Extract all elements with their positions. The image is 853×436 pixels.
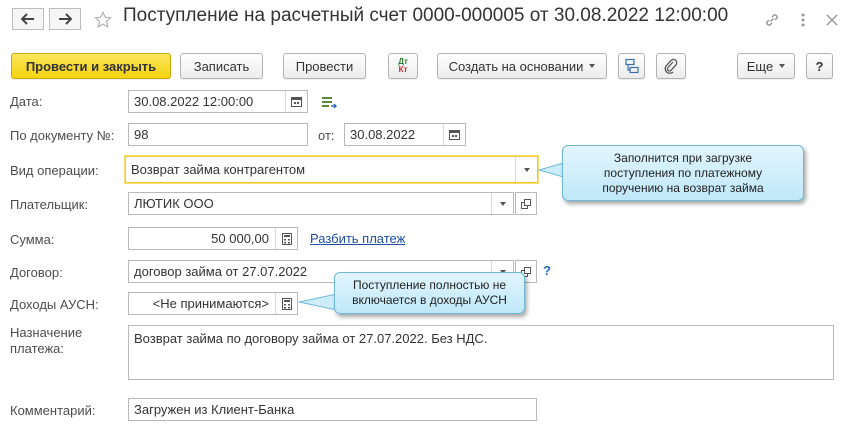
purpose-textarea[interactable]: Возврат займа по договору займа от 27.07… <box>128 325 834 380</box>
payer-label: Плательщик: <box>10 197 89 212</box>
payer-value: ЛЮТИК ООО <box>134 196 214 211</box>
hierarchy-icon <box>624 58 639 74</box>
date-value: 30.08.2022 12:00:00 <box>134 94 254 109</box>
calendar-icon <box>449 130 460 140</box>
ausn-income-tooltip: Поступление полностью не включается в до… <box>334 272 525 314</box>
arrow-right-icon <box>59 13 72 25</box>
purpose-label-line1: Назначение <box>10 325 83 340</box>
comment-field[interactable]: Загружен из Клиент-Банка <box>128 398 537 421</box>
operation-type-tooltip: Заполнится при загрузке поступления по п… <box>562 145 804 201</box>
calculator-button[interactable] <box>275 228 297 249</box>
contract-label: Договор: <box>10 265 63 280</box>
payer-select[interactable]: ЛЮТИК ООО <box>128 192 514 215</box>
calculator-icon <box>281 297 292 310</box>
post-button[interactable]: Провести <box>283 53 366 79</box>
structure-button[interactable] <box>618 53 645 79</box>
open-payer-button[interactable] <box>515 192 537 215</box>
operation-type-label: Вид операции: <box>10 163 99 178</box>
purpose-label-line2: платежа: <box>10 341 64 356</box>
kt-label: Кт <box>398 65 408 74</box>
history-icon[interactable] <box>320 94 338 110</box>
post-and-close-label: Провести и закрыть <box>25 58 157 74</box>
comment-label: Комментарий: <box>10 403 96 418</box>
dt-kt-button[interactable]: Дт Кт <box>388 53 418 79</box>
amount-value: 50 000,00 <box>211 231 269 246</box>
chevron-down-icon <box>779 64 786 68</box>
doc-date-field[interactable]: 30.08.2022 <box>344 123 466 146</box>
calendar-button[interactable] <box>443 124 465 145</box>
dropdown-button[interactable] <box>491 193 513 214</box>
split-payment-link[interactable]: Разбить платеж <box>310 231 405 246</box>
doc-date-label: от: <box>318 128 335 143</box>
open-window-icon <box>521 198 531 209</box>
more-label: Еще <box>746 58 774 74</box>
forward-button[interactable] <box>49 8 81 30</box>
close-icon[interactable] <box>822 10 842 30</box>
more-vertical-icon[interactable] <box>793 10 813 30</box>
more-button[interactable]: Еще <box>737 53 795 79</box>
doc-number-field[interactable]: 98 <box>128 123 308 146</box>
post-and-close-button[interactable]: Провести и закрыть <box>11 53 171 79</box>
doc-date-value: 30.08.2022 <box>350 127 416 142</box>
save-button[interactable]: Записать <box>180 53 263 79</box>
paperclip-icon <box>664 58 678 74</box>
calendar-icon <box>291 97 302 107</box>
amount-field[interactable]: 50 000,00 <box>128 227 298 250</box>
chevron-down-icon <box>499 201 506 206</box>
ausn-income-field[interactable]: <Не принимаются> <box>128 292 298 315</box>
chevron-down-icon <box>523 167 530 172</box>
dt-kt-icon: Дт Кт <box>398 58 408 74</box>
dropdown-button[interactable] <box>515 157 537 182</box>
attach-button[interactable] <box>656 53 686 79</box>
save-label: Записать <box>193 58 250 74</box>
operation-type-tooltip-text: Заполнится при загрузке поступления по п… <box>602 150 764 195</box>
callout-pointer <box>298 293 338 311</box>
operation-type-select[interactable]: Возврат займа контрагентом <box>125 156 538 183</box>
link-icon[interactable] <box>762 10 782 30</box>
ausn-income-label: Доходы АУСН: <box>10 297 99 312</box>
back-button[interactable] <box>12 8 44 30</box>
chevron-down-icon <box>589 64 596 68</box>
favorite-star-icon[interactable] <box>93 10 113 30</box>
create-based-on-button[interactable]: Создать на основании <box>437 53 607 79</box>
help-button[interactable]: ? <box>806 53 833 79</box>
page-title: Поступление на расчетный счет 0000-00000… <box>123 5 729 26</box>
date-field[interactable]: 30.08.2022 12:00:00 <box>128 90 308 113</box>
contract-help-icon[interactable]: ? <box>543 263 551 278</box>
calendar-button[interactable] <box>285 91 307 112</box>
calculator-icon <box>281 232 292 245</box>
doc-number-value: 98 <box>134 127 149 142</box>
comment-value: Загружен из Клиент-Банка <box>134 402 295 417</box>
help-label: ? <box>815 58 824 74</box>
calculator-button[interactable] <box>275 293 297 314</box>
arrow-left-icon <box>21 13 34 25</box>
doc-number-label: По документу №: <box>10 128 115 143</box>
create-based-on-label: Создать на основании <box>448 58 584 74</box>
post-label: Провести <box>295 58 354 74</box>
ausn-income-value: <Не принимаются> <box>152 296 269 311</box>
amount-label: Сумма: <box>10 232 55 247</box>
date-label: Дата: <box>10 94 43 109</box>
operation-type-value: Возврат займа контрагентом <box>131 162 306 177</box>
ausn-income-tooltip-text: Поступление полностью не включается в до… <box>352 278 507 307</box>
